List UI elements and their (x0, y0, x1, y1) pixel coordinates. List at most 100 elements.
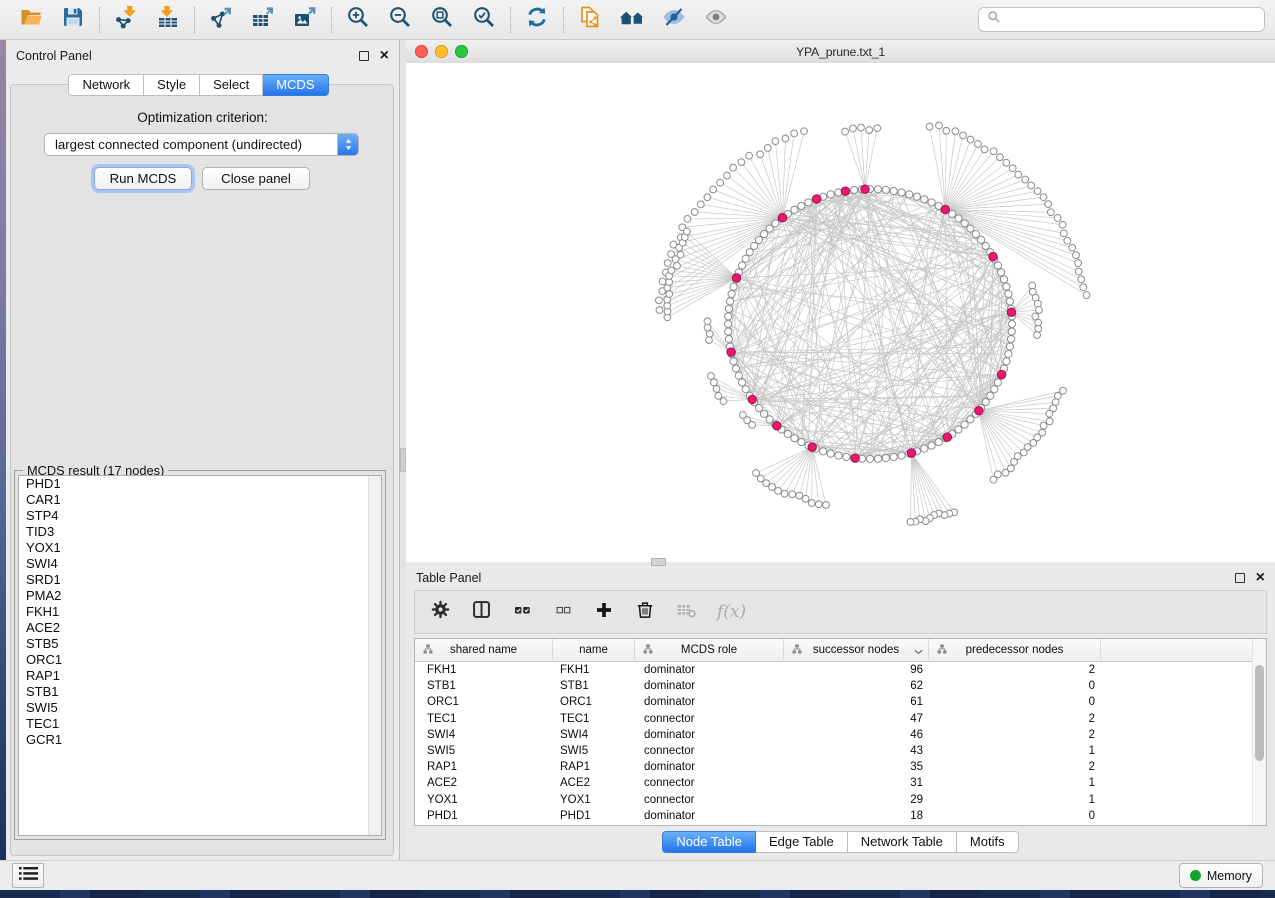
column-header-name[interactable]: name (553, 639, 635, 662)
tab-edge-table[interactable]: Edge Table (756, 831, 848, 853)
successor-nodes-cell[interactable]: 96 (784, 662, 929, 678)
predecessor-nodes-cell[interactable]: 2 (929, 727, 1101, 743)
table-row[interactable]: RAP1RAP1dominator352 (415, 759, 1253, 775)
mcds-result-item[interactable]: PHD1 (19, 476, 381, 492)
name-cell[interactable]: STB1 (553, 678, 635, 694)
mcds-role-cell[interactable]: connector (635, 743, 784, 759)
mcds-result-item[interactable]: GCR1 (19, 732, 381, 748)
memory-button[interactable]: Memory (1179, 863, 1263, 888)
mcds-role-cell[interactable]: connector (635, 775, 784, 791)
mcds-role-cell[interactable]: connector (635, 711, 784, 727)
network-canvas[interactable] (406, 63, 1275, 562)
zoom-in-button[interactable] (337, 5, 379, 35)
table-scrollbar[interactable] (1252, 639, 1266, 825)
minimize-window-icon[interactable] (435, 45, 448, 58)
mcds-result-item[interactable]: PMA2 (19, 588, 381, 604)
predecessor-nodes-cell[interactable]: 2 (929, 662, 1101, 678)
mcds-result-item[interactable]: TEC1 (19, 716, 381, 732)
tab-network-table[interactable]: Network Table (848, 831, 957, 853)
name-cell[interactable]: PHD1 (553, 808, 635, 824)
tab-motifs[interactable]: Motifs (957, 831, 1019, 853)
name-cell[interactable]: YOX1 (553, 792, 635, 808)
select-all-button[interactable] (511, 601, 533, 624)
table-row[interactable]: SWI5SWI5connector431 (415, 743, 1253, 759)
add-column-button[interactable] (593, 600, 615, 625)
name-cell[interactable]: ACE2 (553, 775, 635, 791)
predecessor-nodes-cell[interactable]: 1 (929, 743, 1101, 759)
table-row[interactable]: PHD1PHD1dominator180 (415, 808, 1253, 824)
successor-nodes-cell[interactable]: 35 (784, 759, 929, 775)
mcds-result-item[interactable]: STB1 (19, 684, 381, 700)
shared-name-cell[interactable]: SWI5 (415, 743, 553, 759)
horizontal-splitter-grip[interactable] (651, 558, 666, 566)
shared-name-cell[interactable]: PHD1 (415, 808, 553, 824)
tab-mcds[interactable]: MCDS (263, 74, 328, 96)
close-window-icon[interactable] (415, 45, 428, 58)
mcds-result-item[interactable]: RAP1 (19, 668, 381, 684)
show-columns-button[interactable] (470, 599, 492, 625)
mcds-role-cell[interactable]: dominator (635, 727, 784, 743)
mcds-result-item[interactable]: SWI5 (19, 700, 381, 716)
mcds-result-item[interactable]: STB5 (19, 636, 381, 652)
search-box[interactable] (978, 7, 1265, 32)
table-row[interactable]: STB1STB1dominator620 (415, 678, 1253, 694)
mcds-role-cell[interactable]: dominator (635, 694, 784, 710)
mcds-result-item[interactable]: SRD1 (19, 572, 381, 588)
search-input[interactable] (1007, 12, 1256, 28)
successor-nodes-cell[interactable]: 18 (784, 808, 929, 824)
show-all-button[interactable] (695, 5, 737, 35)
successor-nodes-cell[interactable]: 47 (784, 711, 929, 727)
successor-nodes-cell[interactable]: 43 (784, 743, 929, 759)
task-history-button[interactable] (12, 863, 44, 888)
criterion-dropdown[interactable]: largest connected component (undirected) (44, 133, 359, 156)
predecessor-nodes-cell[interactable]: 1 (929, 792, 1101, 808)
table-row[interactable]: ACE2ACE2connector311 (415, 775, 1253, 791)
name-cell[interactable]: FKH1 (553, 662, 635, 678)
zoom-out-button[interactable] (379, 5, 421, 35)
mcds-role-cell[interactable]: dominator (635, 808, 784, 824)
save-session-button[interactable] (52, 5, 94, 35)
predecessor-nodes-cell[interactable]: 0 (929, 678, 1101, 694)
shared-name-cell[interactable]: YOX1 (415, 792, 553, 808)
successor-nodes-cell[interactable]: 46 (784, 727, 929, 743)
mcds-result-item[interactable]: ORC1 (19, 652, 381, 668)
mcds-result-item[interactable]: STP4 (19, 508, 381, 524)
mcds-result-item[interactable]: ACE2 (19, 620, 381, 636)
name-cell[interactable]: ORC1 (553, 694, 635, 710)
shared-name-cell[interactable]: ORC1 (415, 694, 553, 710)
export-image-button[interactable] (284, 5, 326, 35)
table-row[interactable]: YOX1YOX1connector291 (415, 792, 1253, 808)
table-row[interactable]: TEC1TEC1connector472 (415, 711, 1253, 727)
mcds-role-cell[interactable]: dominator (635, 759, 784, 775)
table-row[interactable]: ORC1ORC1dominator610 (415, 694, 1253, 710)
shared-name-cell[interactable]: FKH1 (415, 662, 553, 678)
mcds-result-item[interactable]: SWI4 (19, 556, 381, 572)
column-header-predecessor-nodes[interactable]: predecessor nodes (929, 639, 1101, 662)
shared-name-cell[interactable]: ACE2 (415, 775, 553, 791)
tab-node-table[interactable]: Node Table (662, 831, 756, 853)
tab-select[interactable]: Select (200, 74, 263, 96)
predecessor-nodes-cell[interactable]: 0 (929, 694, 1101, 710)
mcds-result-list[interactable]: PHD1CAR1STP4TID3YOX1SWI4SRD1PMA2FKH1ACE2… (18, 475, 382, 836)
name-cell[interactable]: SWI4 (553, 727, 635, 743)
mcds-role-cell[interactable]: dominator (635, 678, 784, 694)
deselect-all-button[interactable] (552, 602, 574, 623)
column-header-shared-name[interactable]: shared name (415, 639, 553, 662)
mcds-role-cell[interactable]: dominator (635, 662, 784, 678)
column-header-successor-nodes[interactable]: successor nodes (784, 639, 929, 662)
table-mode-button[interactable] (429, 599, 451, 625)
shared-name-cell[interactable]: RAP1 (415, 759, 553, 775)
table-row[interactable]: SWI4SWI4dominator462 (415, 727, 1253, 743)
hide-selected-button[interactable] (653, 5, 695, 35)
table-row[interactable]: FKH1FKH1dominator962 (415, 662, 1253, 678)
name-cell[interactable]: RAP1 (553, 759, 635, 775)
successor-nodes-cell[interactable]: 31 (784, 775, 929, 791)
shared-name-cell[interactable]: SWI4 (415, 727, 553, 743)
delete-column-button[interactable] (634, 599, 656, 625)
mcds-role-cell[interactable]: connector (635, 792, 784, 808)
run-mcds-button[interactable]: Run MCDS (94, 167, 192, 190)
successor-nodes-cell[interactable]: 29 (784, 792, 929, 808)
predecessor-nodes-cell[interactable]: 2 (929, 759, 1101, 775)
float-panel-icon[interactable] (359, 51, 369, 61)
shared-name-cell[interactable]: TEC1 (415, 711, 553, 727)
